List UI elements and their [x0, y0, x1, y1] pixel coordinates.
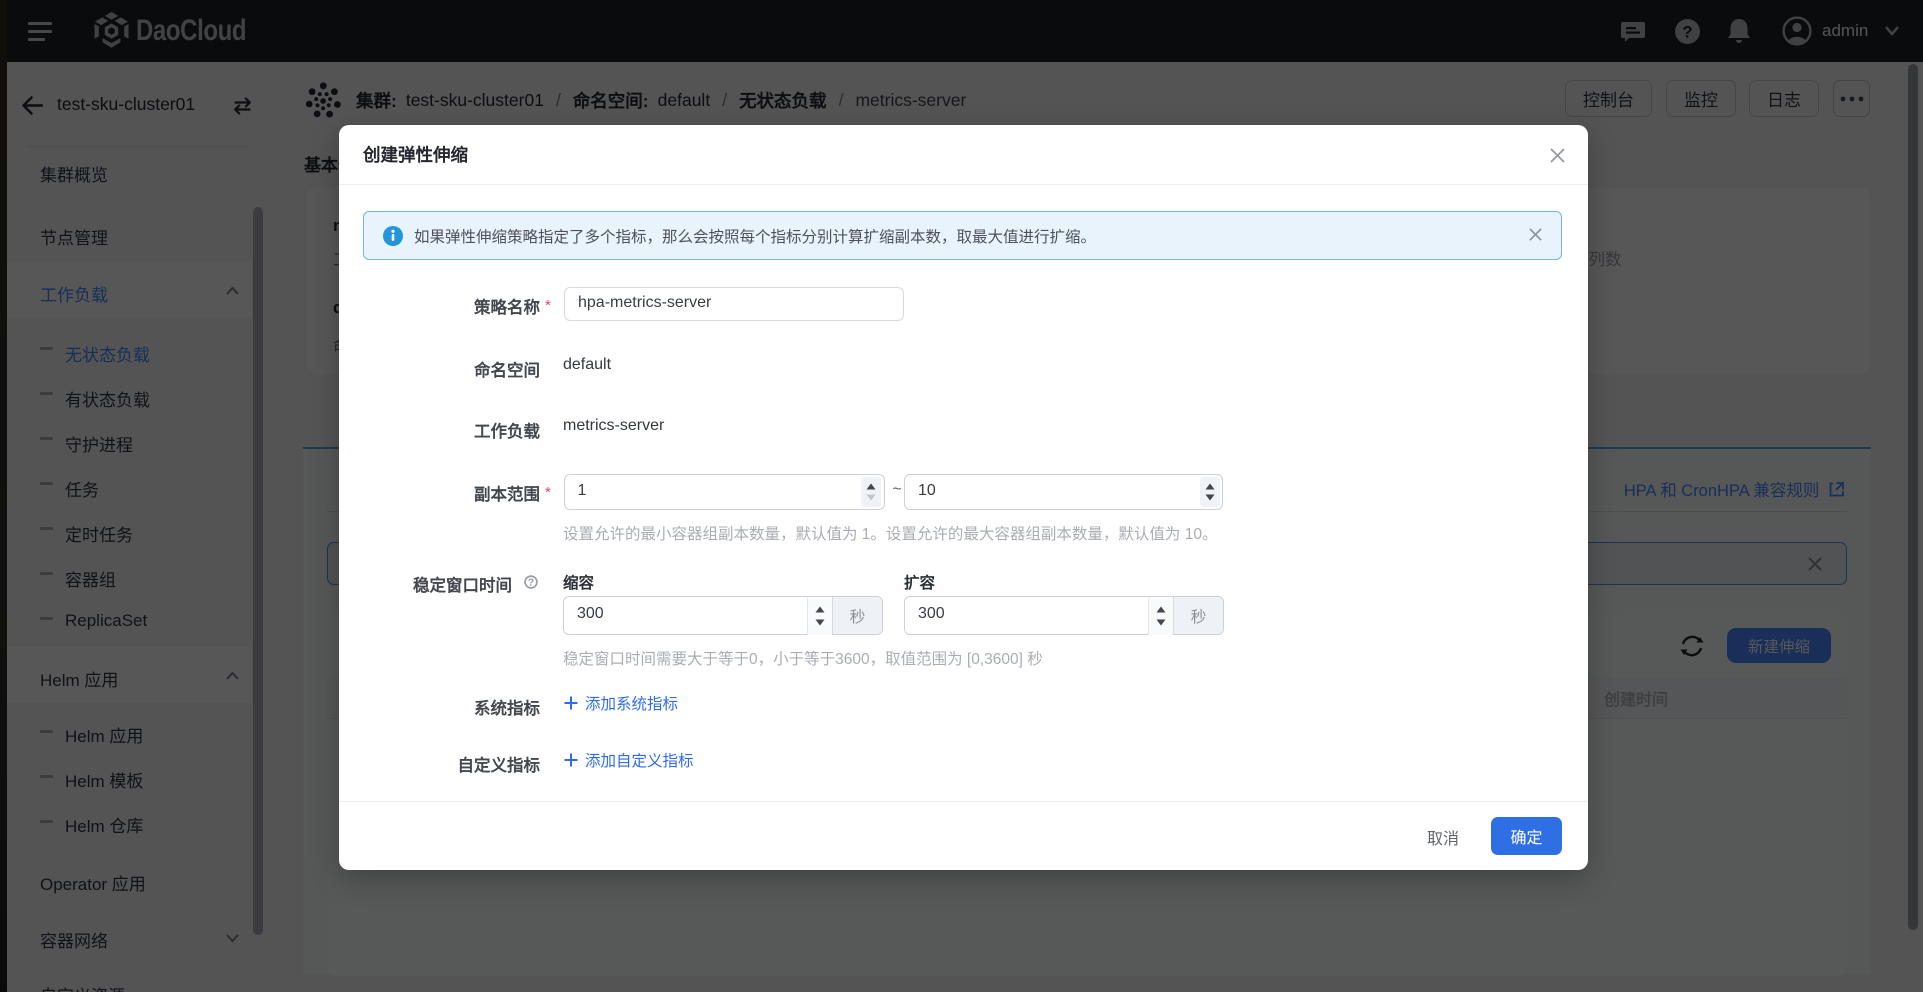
svg-text:?: ?: [528, 577, 534, 589]
